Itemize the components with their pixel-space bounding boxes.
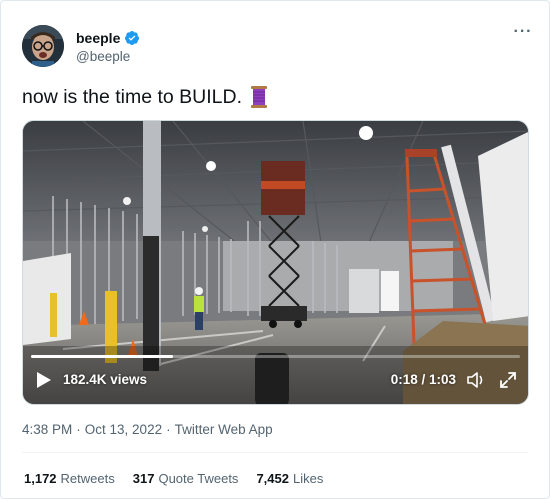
video-progress-fill	[31, 355, 173, 358]
quote-tweets-stat[interactable]: 317 Quote Tweets	[133, 471, 239, 486]
retweets-label: Retweets	[60, 471, 115, 486]
avatar[interactable]	[22, 25, 64, 67]
volume-icon[interactable]	[466, 370, 486, 390]
tweet-stats: 1,172 Retweets 317 Quote Tweets 7,452 Likes	[24, 471, 323, 486]
tweet-card: beeple @beeple ··· now is the time to BU…	[0, 0, 550, 499]
display-name[interactable]: beeple	[76, 30, 120, 46]
more-icon[interactable]: ···	[513, 24, 533, 43]
likes-count: 7,452	[256, 471, 289, 486]
tweet-text-content: now is the time to BUILD.	[22, 85, 243, 108]
verified-badge-icon	[124, 30, 140, 46]
tweet-meta: 4:38 PM · Oct 13, 2022 · Twitter Web App	[22, 422, 273, 437]
video-progress-bar[interactable]	[31, 355, 520, 358]
retweets-count: 1,172	[24, 471, 57, 486]
author-block: beeple @beeple	[76, 29, 140, 64]
tweet-time[interactable]: 4:38 PM	[22, 422, 72, 437]
fullscreen-icon[interactable]	[498, 370, 518, 390]
user-handle[interactable]: @beeple	[76, 49, 140, 64]
thread-spool-icon	[250, 85, 268, 109]
divider	[22, 452, 528, 453]
view-count: 182.4K views	[63, 372, 148, 387]
quote-tweets-count: 317	[132, 471, 155, 486]
video-player[interactable]: 182.4K views 0:18 / 1:03	[22, 120, 529, 405]
likes-stat[interactable]: 7,452 Likes	[256, 471, 323, 486]
video-controls: 182.4K views 0:18 / 1:03	[23, 360, 528, 404]
quote-tweets-label: Quote Tweets	[158, 471, 239, 486]
likes-label: Likes	[292, 471, 324, 486]
tweet-text: now is the time to BUILD.	[22, 85, 268, 109]
retweets-stat[interactable]: 1,172 Retweets	[24, 471, 115, 486]
meta-separator: ·	[76, 422, 81, 437]
tweet-date[interactable]: Oct 13, 2022	[85, 422, 162, 437]
meta-separator: ·	[166, 422, 171, 437]
play-icon[interactable]	[35, 370, 53, 390]
tweet-source[interactable]: Twitter Web App	[175, 422, 273, 437]
video-time: 0:18 / 1:03	[390, 372, 456, 387]
